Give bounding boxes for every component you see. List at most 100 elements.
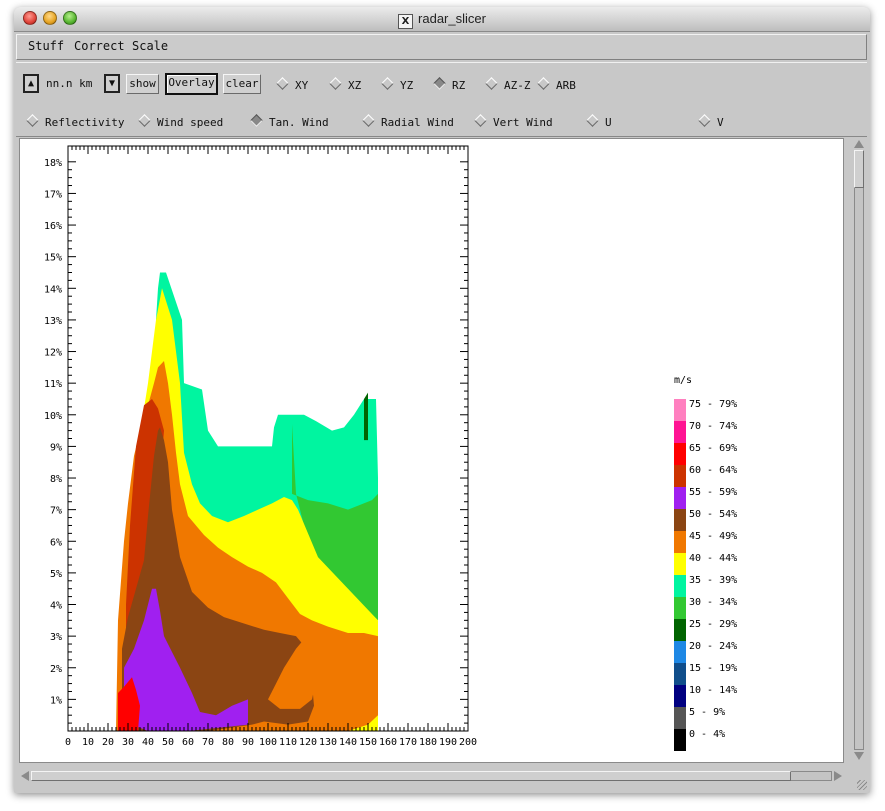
- show-button[interactable]: show: [126, 74, 159, 94]
- x-tick-label: 120: [299, 737, 317, 748]
- plot-canvas[interactable]: 0 10 20 30 40 50 60 70 80 90 100 110 120 130 140 150 160…: [19, 138, 844, 763]
- height-down-button[interactable]: ▼: [104, 74, 120, 93]
- view-yz-label: YZ: [400, 79, 414, 92]
- legend-swatch: [674, 729, 686, 751]
- x-tick-label: 50: [162, 737, 174, 748]
- y-tick-label: 6%: [50, 537, 62, 548]
- legend-entry-label: 50 - 54%: [689, 509, 737, 520]
- field-v-radio[interactable]: V: [698, 114, 724, 132]
- y-tick-label: 14%: [44, 284, 62, 295]
- height-up-button[interactable]: ▲: [23, 74, 39, 93]
- view-azz-label: AZ-Z: [504, 79, 531, 92]
- legend-entry-label: 15 - 19%: [689, 663, 737, 674]
- x-tick-label: 150: [359, 737, 377, 748]
- field-radial-wind-label: Radial Wind: [381, 116, 454, 129]
- x11-icon: X: [398, 14, 414, 29]
- vertical-scrollbar[interactable]: [852, 138, 866, 763]
- field-radial-wind-radio[interactable]: Radial Wind: [362, 114, 454, 132]
- legend-swatch: [674, 421, 686, 443]
- view-yz-radio[interactable]: YZ: [381, 77, 414, 95]
- legend-swatch: [674, 685, 686, 707]
- y-tick-label: 8%: [50, 474, 62, 485]
- window-title: radar_slicer: [418, 11, 486, 26]
- menu-scale[interactable]: Scale: [132, 39, 168, 53]
- title-bar[interactable]: Xradar_slicer: [14, 7, 870, 32]
- y-tick-label: 3%: [50, 632, 62, 643]
- scroll-left-arrow-icon[interactable]: [21, 771, 29, 781]
- legend-swatch: [674, 399, 686, 421]
- legend-swatch: [674, 597, 686, 619]
- scroll-down-arrow-icon[interactable]: [854, 752, 864, 760]
- legend-entry-label: 25 - 29%: [689, 619, 737, 630]
- field-tan-wind-radio[interactable]: Tan. Wind: [250, 114, 329, 132]
- legend-swatch: [674, 531, 686, 553]
- field-wind-speed-radio[interactable]: Wind speed: [138, 114, 223, 132]
- view-arb-radio[interactable]: ARB: [537, 77, 576, 95]
- y-tick-label: 18%: [44, 158, 62, 169]
- legend-entry-label: 70 - 74%: [689, 421, 737, 432]
- field-v-label: V: [717, 116, 724, 129]
- y-tick-label: 12%: [44, 348, 62, 359]
- horizontal-scroll-thumb[interactable]: [31, 771, 791, 781]
- radar-slicer-window: Xradar_slicer Stuff Correct Scale ▲ nn.n…: [14, 7, 870, 793]
- menu-stuff[interactable]: Stuff: [28, 39, 64, 53]
- clear-button[interactable]: clear: [223, 74, 261, 94]
- y-tick-label: 2%: [50, 664, 62, 675]
- scroll-right-arrow-icon[interactable]: [834, 771, 842, 781]
- overlay-button[interactable]: Overlay: [165, 73, 218, 95]
- view-azz-radio[interactable]: AZ-Z: [485, 77, 531, 95]
- legend-swatch: [674, 707, 686, 729]
- view-xz-label: XZ: [348, 79, 362, 92]
- view-xz-radio[interactable]: XZ: [329, 77, 362, 95]
- vertical-scroll-trough[interactable]: [854, 150, 864, 750]
- y-tick-label: 17%: [44, 189, 62, 200]
- menu-bar: Stuff Correct Scale: [16, 34, 867, 60]
- x-tick-label: 40: [142, 737, 154, 748]
- x-tick-label: 70: [202, 737, 214, 748]
- field-u-radio[interactable]: U: [586, 114, 612, 132]
- legend-swatch: [674, 487, 686, 509]
- field-reflectivity-radio[interactable]: Reflectivity: [26, 114, 125, 132]
- legend-entry-label: 35 - 39%: [689, 575, 737, 586]
- window-title-group: Xradar_slicer: [14, 11, 870, 29]
- legend-entry-label: 5 - 9%: [689, 707, 725, 718]
- horizontal-scrollbar[interactable]: [19, 769, 844, 783]
- legend-swatch: [674, 465, 686, 487]
- legend-entry-label: 55 - 59%: [689, 487, 737, 498]
- scroll-up-arrow-icon[interactable]: [854, 140, 864, 148]
- legend-swatch: [674, 663, 686, 685]
- y-tick-label: 10%: [44, 411, 62, 422]
- legend-unit-label: m/s: [674, 375, 692, 386]
- radio-diamond-icon: [537, 77, 550, 90]
- view-rz-radio[interactable]: RZ: [433, 77, 466, 95]
- legend-entry-label: 20 - 24%: [689, 641, 737, 652]
- field-tan-wind-label: Tan. Wind: [269, 116, 329, 129]
- field-u-label: U: [605, 116, 612, 129]
- y-tick-label: 4%: [50, 601, 62, 612]
- legend-swatch: [674, 641, 686, 663]
- radio-diamond-icon: [485, 77, 498, 90]
- legend-entry-label: 40 - 44%: [689, 553, 737, 564]
- view-arb-label: ARB: [556, 79, 576, 92]
- view-rz-label: RZ: [452, 79, 466, 92]
- x-tick-label: 80: [222, 737, 234, 748]
- radio-diamond-icon: [474, 114, 487, 127]
- x-tick-label: 130: [319, 737, 337, 748]
- legend-entry-label: 0 - 4%: [689, 729, 725, 740]
- y-tick-label: 13%: [44, 316, 62, 327]
- x-tick-label: 20: [102, 737, 114, 748]
- triangle-down-icon: ▼: [108, 78, 116, 89]
- toolbar: ▲ nn.n km ▼ show Overlay clear XY XZ YZ …: [16, 62, 867, 137]
- resize-grip-icon[interactable]: [857, 780, 867, 790]
- legend-entry-label: 30 - 34%: [689, 597, 737, 608]
- vertical-scroll-thumb[interactable]: [854, 150, 864, 188]
- menu-correct[interactable]: Correct: [74, 39, 125, 53]
- y-tick-label: 5%: [50, 569, 62, 580]
- field-vert-wind-radio[interactable]: Vert Wind: [474, 114, 553, 132]
- legend-entry-label: 75 - 79%: [689, 399, 737, 410]
- legend-entry-label: 10 - 14%: [689, 685, 737, 696]
- field-reflectivity-label: Reflectivity: [45, 116, 125, 129]
- y-tick-label: 7%: [50, 506, 62, 517]
- y-tick-label: 15%: [44, 253, 62, 264]
- view-xy-radio[interactable]: XY: [276, 77, 308, 95]
